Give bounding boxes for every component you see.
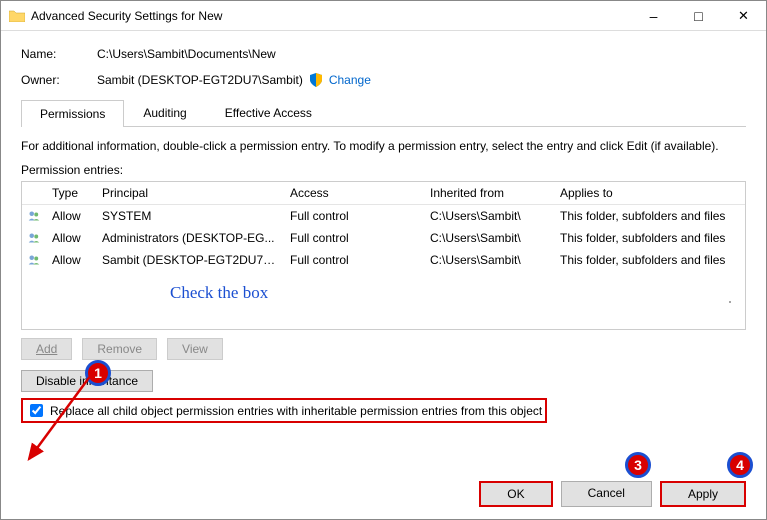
cell-type: Allow (46, 249, 96, 271)
cancel-button[interactable]: Cancel (561, 481, 652, 507)
remove-button: Remove (82, 338, 157, 360)
table-row[interactable]: AllowSYSTEMFull controlC:\Users\Sambit\T… (22, 205, 745, 227)
permission-table: Type Principal Access Inherited from App… (21, 181, 746, 330)
dialog-footer: OK Cancel Apply (479, 481, 746, 507)
view-button: View (167, 338, 223, 360)
col-applies[interactable]: Applies to (554, 182, 745, 204)
window-title: Advanced Security Settings for New (31, 9, 631, 23)
cell-inherited: C:\Users\Sambit\ (424, 227, 554, 249)
col-inherited[interactable]: Inherited from (424, 182, 554, 204)
annotation-badge-4: 4 (727, 452, 753, 478)
users-icon (22, 249, 46, 271)
tab-auditing[interactable]: Auditing (124, 99, 205, 126)
maximize-button[interactable]: □ (676, 1, 721, 30)
annotation-check-text: Check the box (170, 283, 268, 303)
table-row[interactable]: AllowAdministrators (DESKTOP-EG...Full c… (22, 227, 745, 249)
col-type[interactable]: Type (46, 182, 96, 204)
name-label: Name: (21, 47, 97, 61)
table-row[interactable]: AllowSambit (DESKTOP-EGT2DU7\S...Full co… (22, 249, 745, 271)
col-principal[interactable]: Principal (96, 182, 284, 204)
cell-inherited: C:\Users\Sambit\ (424, 249, 554, 271)
cell-principal: Sambit (DESKTOP-EGT2DU7\S... (96, 249, 284, 271)
tab-permissions[interactable]: Permissions (21, 100, 124, 127)
cell-applies: This folder, subfolders and files (554, 249, 745, 271)
cell-applies: This folder, subfolders and files (554, 227, 745, 249)
entries-label: Permission entries: (21, 163, 746, 177)
replace-entries-label: Replace all child object permission entr… (50, 404, 542, 418)
tab-strip: Permissions Auditing Effective Access (21, 99, 746, 127)
annotation-badge-1: 1 (85, 360, 111, 386)
shield-icon (309, 73, 323, 87)
cell-principal: Administrators (DESKTOP-EG... (96, 227, 284, 249)
cell-type: Allow (46, 205, 96, 227)
apply-button[interactable]: Apply (660, 481, 746, 507)
cell-access: Full control (284, 249, 424, 271)
ok-button[interactable]: OK (479, 481, 552, 507)
cell-type: Allow (46, 227, 96, 249)
annotation-badge-3: 3 (625, 452, 651, 478)
cell-principal: SYSTEM (96, 205, 284, 227)
owner-label: Owner: (21, 73, 97, 87)
table-header: Type Principal Access Inherited from App… (22, 182, 745, 205)
users-icon (22, 205, 46, 227)
cell-inherited: C:\Users\Sambit\ (424, 205, 554, 227)
tab-effective-access[interactable]: Effective Access (206, 99, 331, 126)
content-area: Name: C:\Users\Sambit\Documents\New Owne… (1, 31, 766, 435)
cell-applies: This folder, subfolders and files (554, 205, 745, 227)
info-text: For additional information, double-click… (21, 139, 746, 153)
users-icon (22, 227, 46, 249)
folder-icon (9, 10, 25, 22)
add-button[interactable]: Add (21, 338, 72, 360)
name-value: C:\Users\Sambit\Documents\New (97, 47, 276, 61)
close-button[interactable]: ✕ (721, 1, 766, 30)
cell-access: Full control (284, 227, 424, 249)
owner-value: Sambit (DESKTOP-EGT2DU7\Sambit) (97, 73, 303, 87)
titlebar: Advanced Security Settings for New – □ ✕ (1, 1, 766, 31)
col-access[interactable]: Access (284, 182, 424, 204)
cell-access: Full control (284, 205, 424, 227)
minimize-button[interactable]: – (631, 1, 676, 30)
change-owner-link[interactable]: Change (329, 73, 371, 87)
replace-entries-row[interactable]: Replace all child object permission entr… (21, 398, 547, 423)
replace-entries-checkbox[interactable] (30, 404, 43, 417)
